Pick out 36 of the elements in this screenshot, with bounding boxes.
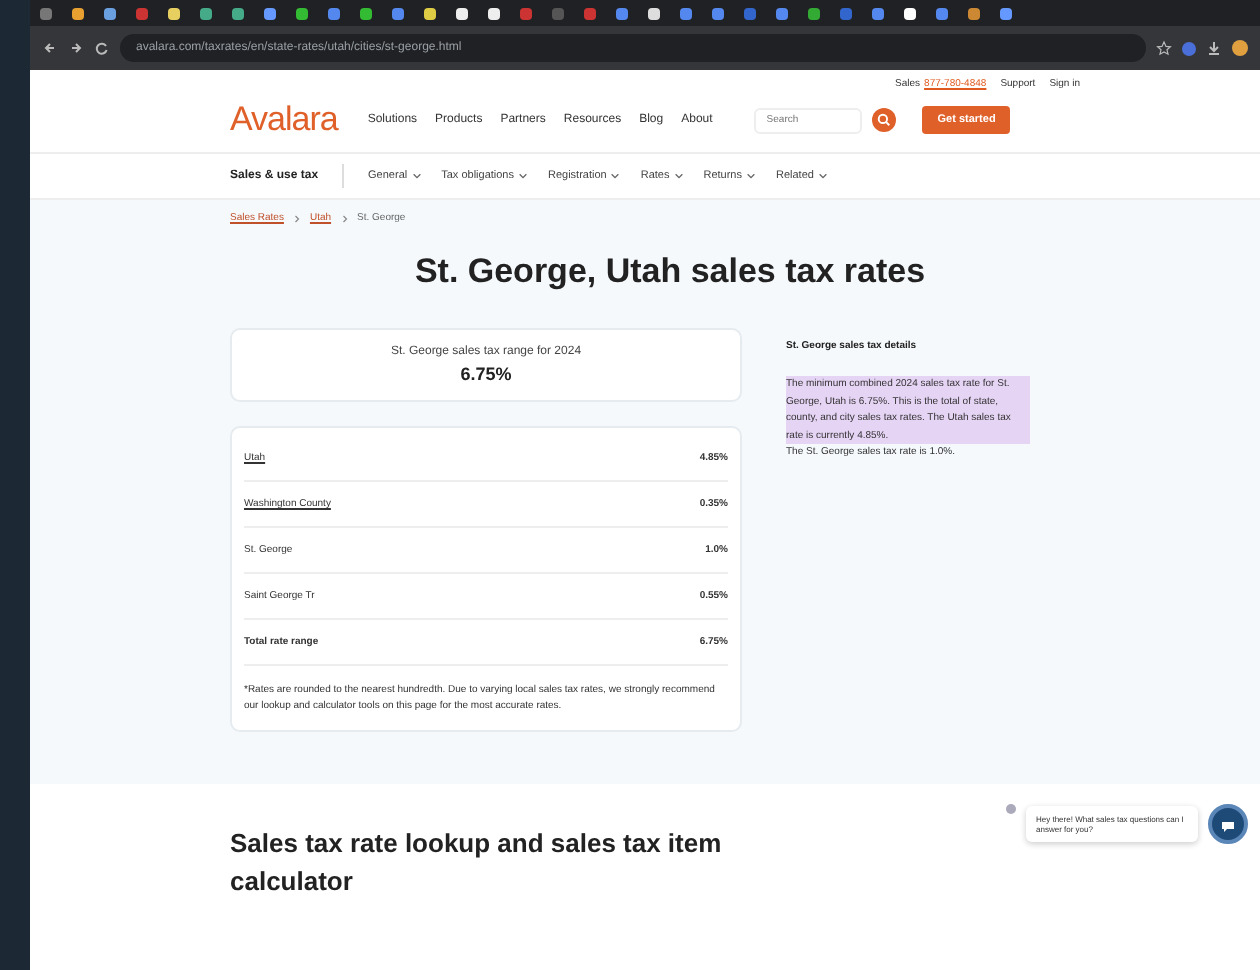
search-button[interactable]: [872, 108, 897, 132]
tab-favicon-icon[interactable]: [1000, 7, 1012, 19]
chevron-down-icon: [411, 172, 422, 180]
chevron-down-icon: [673, 172, 684, 180]
back-icon[interactable]: [42, 40, 58, 56]
chevron-down-icon: [518, 172, 528, 180]
section-heading: Sales tax rate lookup and sales tax item calculator: [230, 826, 724, 900]
tab-favicon-icon[interactable]: [648, 7, 660, 19]
tab-favicon-icon[interactable]: [296, 7, 308, 19]
tab-favicon-icon[interactable]: [264, 7, 276, 19]
tab-favicon-icon[interactable]: [104, 7, 116, 19]
download-icon[interactable]: [1206, 40, 1222, 56]
tab-favicon-icon[interactable]: [424, 7, 436, 19]
tab-favicon-icon[interactable]: [168, 7, 180, 19]
tab-favicon-icon[interactable]: [456, 7, 468, 19]
tab-favicon-icon[interactable]: [200, 7, 212, 19]
chevron-down-icon: [817, 172, 828, 180]
tab-favicon-icon[interactable]: [360, 7, 372, 19]
chat-button[interactable]: [1208, 804, 1248, 844]
extension-icon[interactable]: [1182, 41, 1196, 55]
tab-favicon-icon[interactable]: [232, 7, 244, 19]
chevron-down-icon: [610, 172, 621, 180]
chevron-down-icon: [746, 172, 756, 180]
reload-icon[interactable]: [94, 40, 110, 56]
chevron-right-icon: [341, 213, 348, 223]
chevron-right-icon: [293, 213, 300, 223]
tab-favicon-icon[interactable]: [488, 7, 500, 19]
tab-favicon-icon[interactable]: [904, 7, 916, 19]
page-title: St. George, Utah sales tax rates: [412, 252, 928, 292]
tab-favicon-icon[interactable]: [72, 7, 84, 19]
star-icon[interactable]: [1156, 40, 1172, 56]
forward-icon[interactable]: [68, 40, 84, 56]
logo[interactable]: Avalara: [230, 100, 338, 140]
search-icon: [876, 112, 893, 128]
profile-avatar[interactable]: [1232, 40, 1248, 56]
summary-value: 6.75%: [458, 364, 514, 384]
